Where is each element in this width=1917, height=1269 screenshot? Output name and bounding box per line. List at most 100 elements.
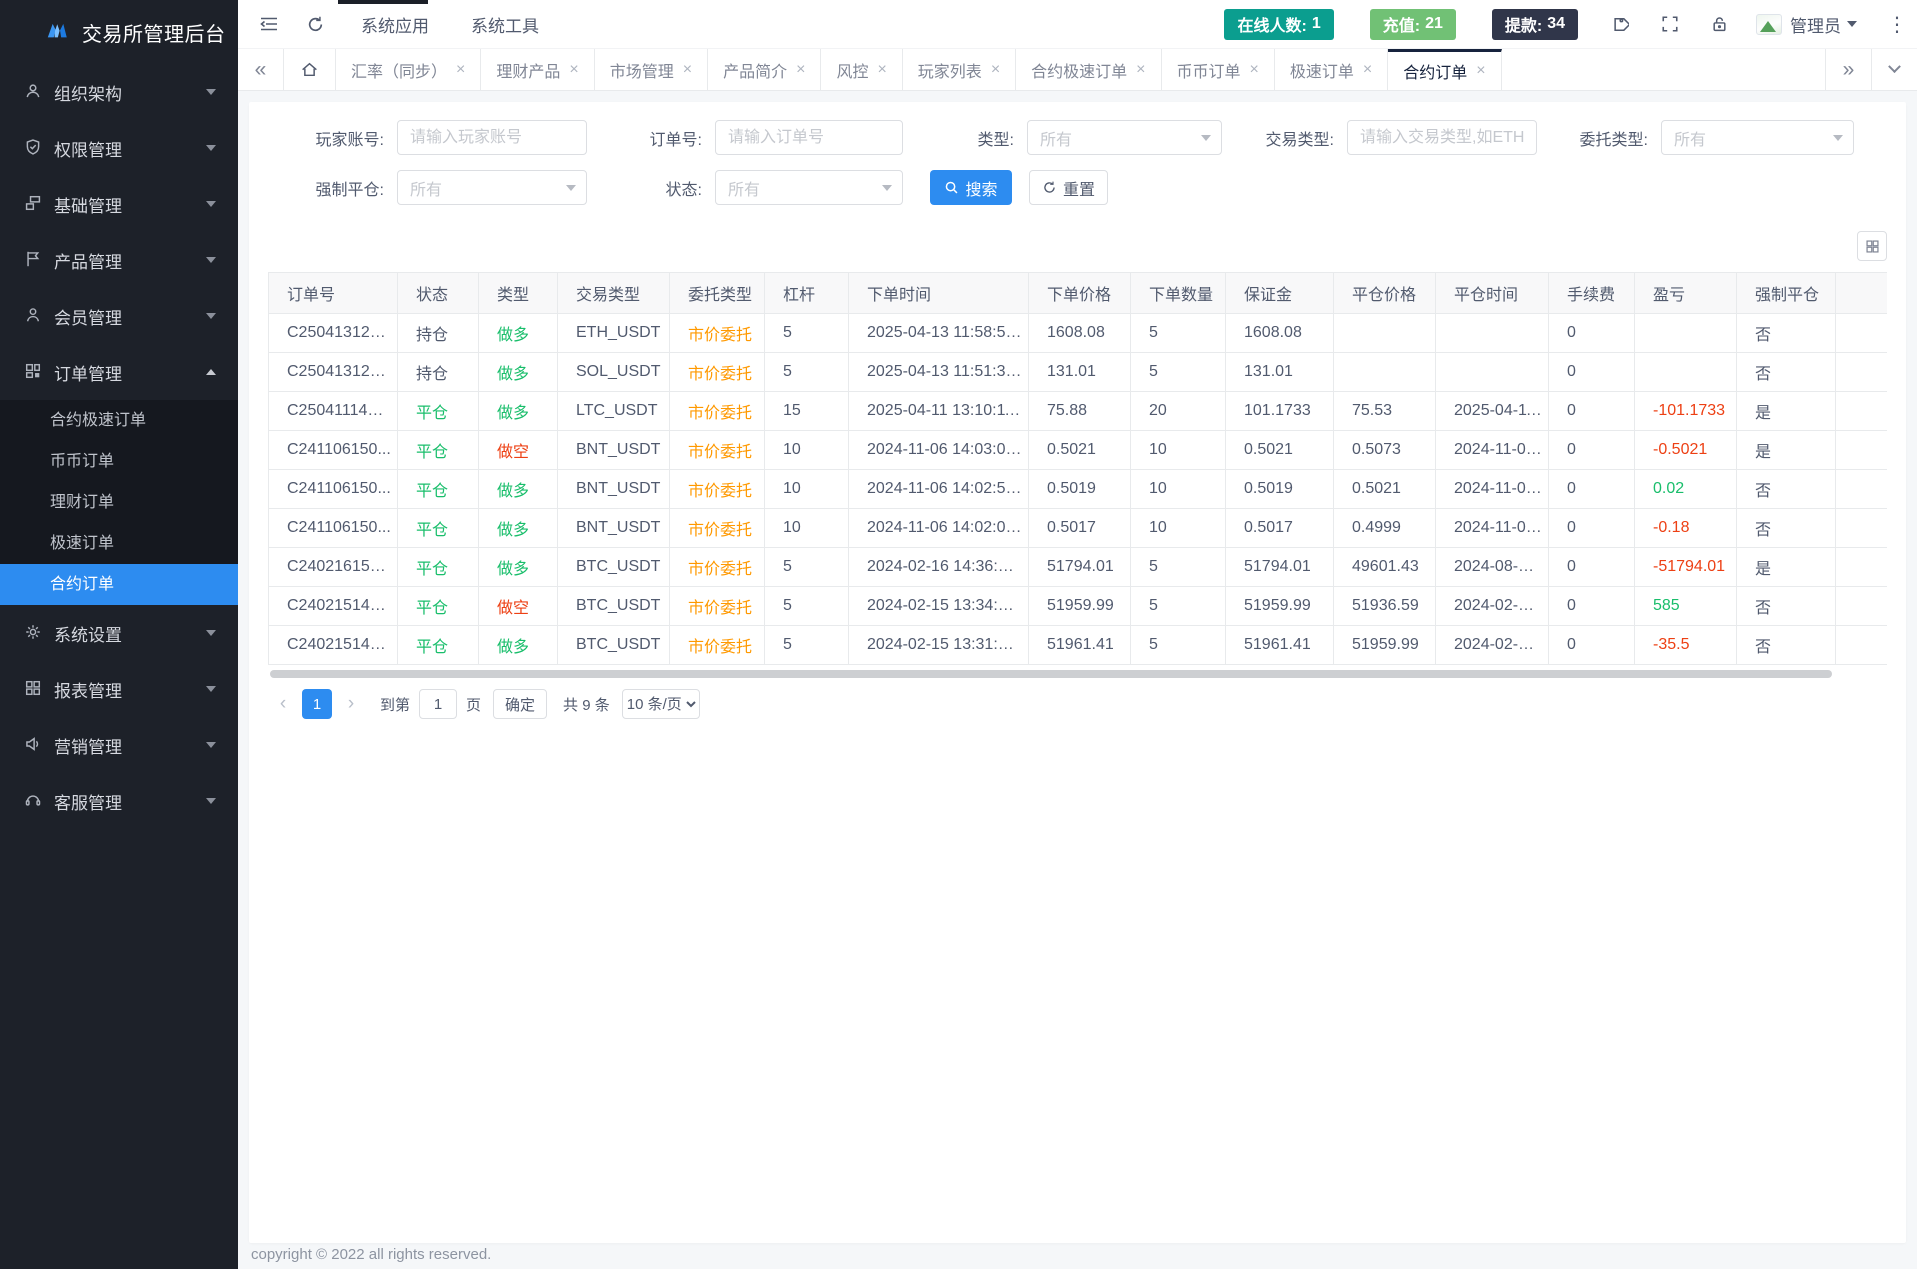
cell-order-no: C241106150... xyxy=(269,470,398,509)
cell-status: 平仓 xyxy=(398,509,479,548)
sidebar-item-permission[interactable]: 权限管理 xyxy=(0,120,238,176)
cell-qty: 5 xyxy=(1131,548,1226,587)
close-icon[interactable]: × xyxy=(1136,61,1145,79)
cell-status: 持仓 xyxy=(398,353,479,392)
collapse-menu-icon[interactable] xyxy=(258,15,280,33)
sidebar-item-label: 会员管理 xyxy=(54,304,206,329)
goto-page-input[interactable] xyxy=(419,689,457,719)
sidebar-subitem-spot-order[interactable]: 币币订单 xyxy=(0,441,238,482)
active-menu-indicator xyxy=(338,0,428,4)
fullscreen-icon[interactable] xyxy=(1661,15,1679,33)
goto-confirm-button[interactable]: 确定 xyxy=(493,689,547,719)
cell-fee: 0 xyxy=(1549,509,1635,548)
prev-page-icon[interactable]: ‹ xyxy=(268,689,298,719)
close-icon[interactable]: × xyxy=(796,61,805,79)
withdraw-count-value: 34 xyxy=(1547,15,1565,33)
close-icon[interactable]: × xyxy=(991,61,1000,79)
sidebar-item-marketing[interactable]: 营销管理 xyxy=(0,717,238,773)
page-size-select[interactable]: 10 条/页 xyxy=(622,689,700,719)
tabs-menu-icon[interactable] xyxy=(1871,49,1917,90)
withdraw-count-button[interactable]: 提款: 34 xyxy=(1492,9,1578,40)
cell-close-time: 2025-04-11 ... xyxy=(1436,392,1549,431)
report-grid-icon xyxy=(24,679,44,699)
cell-order-no: C240216153... xyxy=(269,548,398,587)
pair-input[interactable] xyxy=(1347,120,1537,155)
top-menu-system-app[interactable]: 系统应用 xyxy=(361,12,429,37)
tabs-scroll-right-icon[interactable]: » xyxy=(1825,49,1871,90)
sidebar-item-label: 组织架构 xyxy=(54,80,206,105)
tab-spot-order[interactable]: 币币订单× xyxy=(1162,49,1275,90)
sidebar-item-label: 订单管理 xyxy=(54,360,206,385)
table-row[interactable]: C250413125... 持仓 做多 ETH_USDT 市价委托 5 2025… xyxy=(269,314,1888,353)
player-account-input[interactable] xyxy=(397,120,587,155)
table-row[interactable]: C250413125... 持仓 做多 SOL_USDT 市价委托 5 2025… xyxy=(269,353,1888,392)
forced-close-select[interactable]: 所有 xyxy=(397,170,587,205)
cell-pnl: 585 xyxy=(1635,587,1737,626)
table-row[interactable]: C240215143... 平仓 做多 BTC_USDT 市价委托 5 2024… xyxy=(269,626,1888,665)
total-count-label: 共 9 条 xyxy=(563,694,610,715)
table-row[interactable]: C241106150... 平仓 做空 BNT_USDT 市价委托 10 202… xyxy=(269,431,1888,470)
type-select[interactable]: 所有 xyxy=(1027,120,1222,155)
close-icon[interactable]: × xyxy=(1250,61,1259,79)
sidebar-subitem-fast-order[interactable]: 极速订单 xyxy=(0,523,238,564)
tab-wealth-product[interactable]: 理财产品× xyxy=(481,49,594,90)
cell-time: 2024-02-16 14:36:44... xyxy=(849,548,1029,587)
cell-time: 2024-02-15 13:34:35... xyxy=(849,587,1029,626)
close-icon[interactable]: × xyxy=(1476,62,1485,80)
refresh-icon[interactable] xyxy=(306,15,325,34)
sidebar-subitem-wealth-order[interactable]: 理财订单 xyxy=(0,482,238,523)
table-row[interactable]: C240215143... 平仓 做空 BTC_USDT 市价委托 5 2024… xyxy=(269,587,1888,626)
column-settings-button[interactable] xyxy=(1857,231,1887,261)
close-icon[interactable]: × xyxy=(683,61,692,79)
tab-fast-order[interactable]: 极速订单× xyxy=(1275,49,1388,90)
tab-risk[interactable]: 风控× xyxy=(821,49,902,90)
tabbar: « 汇率（同步）× 理财产品× 市场管理× 产品简介× 风控× 玩家列表× 合约… xyxy=(238,49,1917,91)
cell-forced: 否 xyxy=(1737,626,1836,665)
close-icon[interactable]: × xyxy=(877,61,886,79)
entrust-type-select[interactable]: 所有 xyxy=(1661,120,1854,155)
sidebar-item-base[interactable]: 基础管理 xyxy=(0,176,238,232)
cell-close-price xyxy=(1334,353,1436,392)
sidebar-item-product[interactable]: 产品管理 xyxy=(0,232,238,288)
deposit-count-button[interactable]: 充值: 21 xyxy=(1370,9,1456,40)
order-no-label: 订单号: xyxy=(587,126,715,150)
close-icon[interactable]: × xyxy=(456,61,465,79)
more-vertical-icon[interactable]: ⋮ xyxy=(1887,12,1907,37)
top-menu-system-tools[interactable]: 系统工具 xyxy=(471,12,539,37)
cell-order-no: C240215143... xyxy=(269,587,398,626)
close-icon[interactable]: × xyxy=(569,61,578,79)
sidebar-item-service[interactable]: 客服管理 xyxy=(0,773,238,829)
online-count-button[interactable]: 在线人数: 1 xyxy=(1224,9,1333,40)
next-page-icon[interactable]: › xyxy=(336,689,366,719)
status-select[interactable]: 所有 xyxy=(715,170,903,205)
table-row[interactable]: C2504111410... 平仓 做多 LTC_USDT 市价委托 15 20… xyxy=(269,392,1888,431)
horizontal-scrollbar[interactable] xyxy=(270,670,1832,678)
table-row[interactable]: C240216153... 平仓 做多 BTC_USDT 市价委托 5 2024… xyxy=(269,548,1888,587)
sidebar-item-settings[interactable]: 系统设置 xyxy=(0,605,238,661)
user-menu[interactable]: 管理员 xyxy=(1756,12,1857,37)
tab-market[interactable]: 市场管理× xyxy=(595,49,708,90)
page-number-1[interactable]: 1 xyxy=(302,689,332,719)
sidebar-item-order[interactable]: 订单管理 xyxy=(0,344,238,400)
sidebar-item-report[interactable]: 报表管理 xyxy=(0,661,238,717)
close-icon[interactable]: × xyxy=(1363,61,1372,79)
sidebar-subitem-contract-order[interactable]: 合约订单 xyxy=(0,564,238,605)
sidebar-item-member[interactable]: 会员管理 xyxy=(0,288,238,344)
order-no-input[interactable] xyxy=(715,120,903,155)
tag-icon[interactable] xyxy=(1610,15,1629,34)
search-button[interactable]: 搜索 xyxy=(930,170,1012,205)
tab-contract-order[interactable]: 合约订单× xyxy=(1388,49,1501,90)
home-tab[interactable] xyxy=(284,49,336,90)
table-row[interactable]: C241106150... 平仓 做多 BNT_USDT 市价委托 10 202… xyxy=(269,470,1888,509)
lock-icon[interactable] xyxy=(1711,15,1728,33)
cell-entrust: 市价委托 xyxy=(670,587,765,626)
sidebar-subitem-contract-fast-order[interactable]: 合约极速订单 xyxy=(0,400,238,441)
tab-player-list[interactable]: 玩家列表× xyxy=(903,49,1016,90)
sidebar-item-org[interactable]: 组织架构 xyxy=(0,64,238,120)
tab-exchange-rate[interactable]: 汇率（同步）× xyxy=(336,49,481,90)
tabs-scroll-left-icon[interactable]: « xyxy=(238,49,284,90)
reset-button[interactable]: 重置 xyxy=(1029,170,1108,205)
tab-product-intro[interactable]: 产品简介× xyxy=(708,49,821,90)
table-row[interactable]: C241106150... 平仓 做多 BNT_USDT 市价委托 10 202… xyxy=(269,509,1888,548)
tab-contract-fast-order[interactable]: 合约极速订单× xyxy=(1016,49,1161,90)
